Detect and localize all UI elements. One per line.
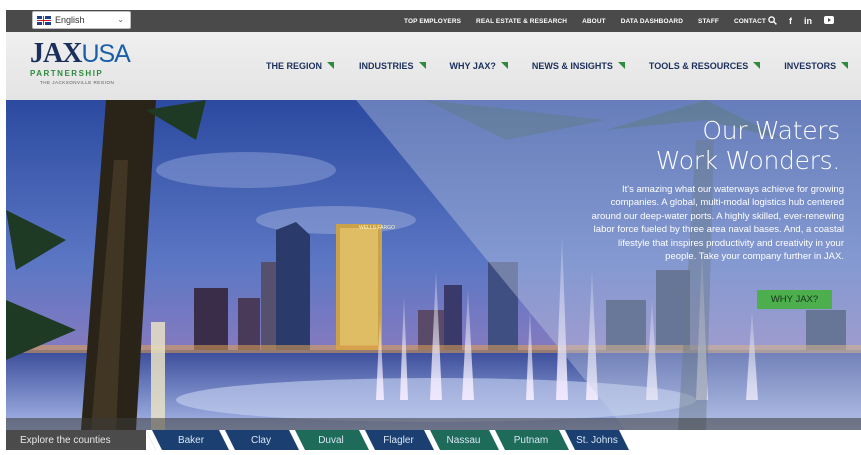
- main-header: JAXUSA PARTNERSHIP THE JACKSONVILLE REGI…: [6, 32, 861, 100]
- county-link-st-johns[interactable]: St. Johns: [566, 430, 628, 450]
- nav-item-label: INDUSTRIES: [359, 61, 414, 71]
- nav-item-the-region[interactable]: THE REGION: [266, 61, 335, 71]
- county-link-duval[interactable]: Duval: [296, 430, 366, 450]
- jaxusa-logo[interactable]: JAXUSA PARTNERSHIP THE JACKSONVILLE REGI…: [30, 38, 131, 86]
- utility-link-contact[interactable]: CONTACT: [734, 18, 766, 25]
- utility-link-real-estate[interactable]: REAL ESTATE & RESEARCH: [476, 18, 567, 25]
- logo-usa: USA: [81, 40, 130, 68]
- hero-title: Our Waters Work Wonders.: [655, 116, 841, 176]
- utility-bar: English ⌄ TOP EMPLOYERS REAL ESTATE & RE…: [6, 10, 861, 32]
- county-link-baker[interactable]: Baker: [156, 430, 226, 450]
- county-link-flagler[interactable]: Flagler: [366, 430, 431, 450]
- why-jax-button[interactable]: WHY JAX?: [757, 290, 832, 309]
- language-selector[interactable]: English ⌄: [32, 11, 131, 29]
- language-selector-value: English: [55, 15, 85, 25]
- counties-label: Explore the counties: [6, 430, 146, 450]
- utility-icons: f in: [768, 10, 846, 32]
- utility-link-about[interactable]: ABOUT: [582, 18, 606, 25]
- uk-flag-icon: [37, 15, 51, 25]
- dropdown-triangle-icon: [841, 61, 849, 69]
- facebook-icon[interactable]: f: [789, 16, 792, 26]
- utility-link-data-dashboard[interactable]: DATA DASHBOARD: [621, 18, 683, 25]
- dropdown-triangle-icon: [617, 61, 625, 69]
- linkedin-icon[interactable]: in: [804, 16, 812, 26]
- dropdown-triangle-icon: [500, 61, 508, 69]
- dropdown-triangle-icon: [418, 61, 426, 69]
- chevron-down-icon: ⌄: [117, 15, 124, 24]
- nav-item-industries[interactable]: INDUSTRIES: [359, 61, 426, 71]
- hero-title-line-1: Our Waters: [702, 116, 840, 145]
- hero-banner: WELLS FARGO Our Waters Work Wonders. It'…: [6, 100, 861, 430]
- county-link-putnam[interactable]: Putnam: [496, 430, 566, 450]
- dropdown-triangle-icon: [753, 61, 761, 69]
- nav-item-label: WHY JAX?: [449, 61, 496, 71]
- building-sign: WELLS FARGO: [359, 225, 395, 231]
- utility-links: TOP EMPLOYERS REAL ESTATE & RESEARCH ABO…: [404, 10, 781, 32]
- main-nav: THE REGION INDUSTRIES WHY JAX? NEWS & IN…: [266, 61, 849, 71]
- nav-item-tools-resources[interactable]: TOOLS & RESOURCES: [648, 61, 761, 71]
- nav-item-label: THE REGION: [266, 61, 323, 71]
- nav-item-label: TOOLS & RESOURCES: [648, 61, 749, 71]
- hero-title-line-2: Work Wonders.: [655, 146, 841, 175]
- counties-bar: Explore the counties Baker Clay Duval Fl…: [6, 430, 861, 450]
- nav-item-label: NEWS & INSIGHTS: [531, 61, 613, 71]
- dropdown-triangle-icon: [327, 61, 335, 69]
- nav-item-label: INVESTORS: [784, 61, 837, 71]
- hero-body-text: It's amazing what our waterways achieve …: [591, 184, 844, 263]
- logo-jax: JAX: [30, 38, 82, 69]
- county-link-clay[interactable]: Clay: [226, 430, 296, 450]
- county-link-nassau[interactable]: Nassau: [431, 430, 496, 450]
- nav-item-why-jax[interactable]: WHY JAX?: [450, 61, 508, 71]
- nav-item-news-insights[interactable]: NEWS & INSIGHTS: [532, 61, 625, 71]
- search-icon[interactable]: [768, 15, 777, 27]
- logo-partnership: PARTNERSHIP: [30, 69, 104, 78]
- youtube-icon[interactable]: [824, 16, 834, 26]
- logo-tagline: THE JACKSONVILLE REGION: [40, 80, 115, 85]
- nav-item-investors[interactable]: INVESTORS: [784, 61, 849, 71]
- utility-link-staff[interactable]: STAFF: [698, 18, 719, 25]
- utility-link-top-employers[interactable]: TOP EMPLOYERS: [404, 18, 461, 25]
